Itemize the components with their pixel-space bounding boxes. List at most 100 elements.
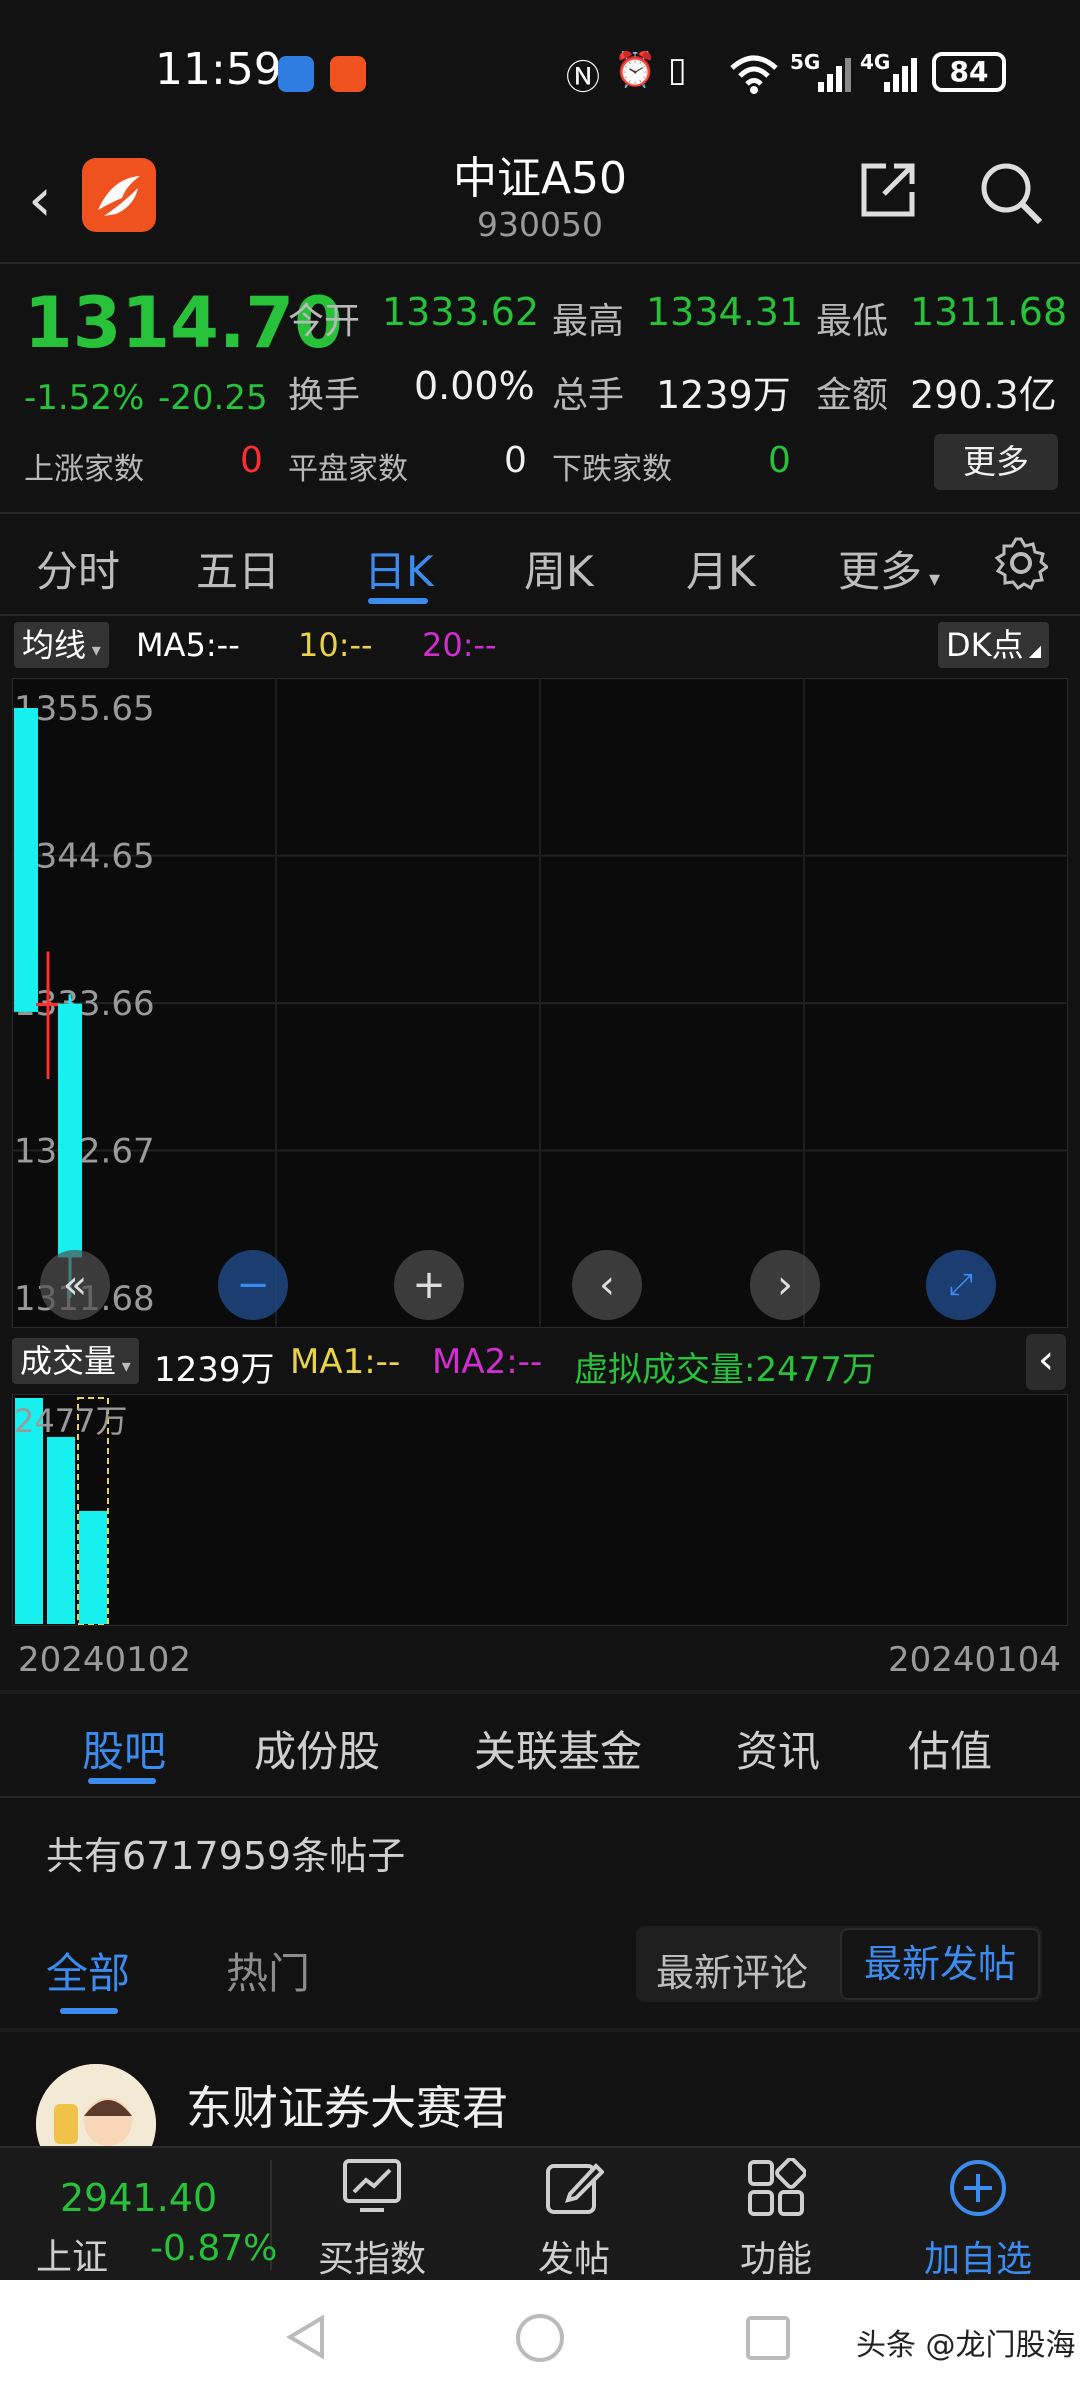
volume-frame bbox=[12, 1394, 1068, 1626]
volume-indicator-select[interactable]: 成交量 ▾ bbox=[12, 1338, 139, 1384]
down-count: 0 bbox=[768, 440, 791, 481]
dk-point-button[interactable]: DK点 ◢ bbox=[938, 622, 1050, 668]
app-notification-icon-2 bbox=[330, 56, 366, 92]
zoom-out-button[interactable]: − bbox=[218, 1250, 288, 1320]
high-value: 1334.31 bbox=[646, 290, 804, 334]
open-value: 1333.62 bbox=[382, 290, 540, 334]
tab-constituents[interactable]: 成份股 bbox=[254, 1718, 380, 1779]
volume-today: 1239万 bbox=[154, 1350, 275, 1390]
sort-latest-post[interactable]: 最新发帖 bbox=[840, 1928, 1040, 2000]
sh-index-name[interactable]: 上证 bbox=[36, 2228, 108, 2280]
volume-bar bbox=[79, 1510, 107, 1624]
dropdown-caret-icon: ▾ bbox=[86, 640, 101, 661]
down-count-label: 下跌家数 bbox=[552, 452, 672, 487]
sh-index-change[interactable]: -0.87% bbox=[150, 2228, 277, 2269]
divider bbox=[0, 614, 1080, 616]
tab-daily-k[interactable]: 日K bbox=[364, 538, 434, 599]
grid-apps-icon[interactable] bbox=[696, 2157, 856, 2220]
page-title: 中证A50 bbox=[452, 153, 628, 204]
volume-value: 1239万 bbox=[656, 373, 791, 417]
tab-hot-posts[interactable]: 热门 bbox=[226, 1940, 310, 2001]
tab-related-funds[interactable]: 关联基金 bbox=[474, 1718, 642, 1779]
turnover-value: 0.00% bbox=[414, 364, 535, 408]
add-circle-icon[interactable] bbox=[898, 2158, 1058, 2220]
low-label: 最低 bbox=[816, 301, 889, 342]
chart-trend-icon[interactable] bbox=[292, 2158, 452, 2220]
vol-ma1: MA1:-- bbox=[290, 1342, 401, 1382]
ma5-value: MA5:-- bbox=[136, 626, 240, 664]
ma-select[interactable]: 均线 ▾ bbox=[14, 622, 109, 668]
tab-intraday[interactable]: 分时 bbox=[36, 538, 120, 599]
app-notification-icon bbox=[278, 56, 314, 92]
nfc-icon: Ⓝ bbox=[566, 58, 600, 98]
volume-bar bbox=[47, 1436, 75, 1624]
wifi-icon bbox=[730, 54, 778, 98]
tab-five-day[interactable]: 五日 bbox=[196, 538, 280, 599]
scroll-right-button[interactable]: › bbox=[750, 1250, 820, 1320]
dk-point-label: DK点 bbox=[946, 626, 1024, 664]
collapse-panel-icon[interactable]: ‹ bbox=[1026, 1334, 1066, 1390]
active-tab-indicator bbox=[368, 598, 428, 604]
sort-latest-comment[interactable]: 最新评论 bbox=[656, 1942, 808, 1997]
ma20-value: 20:-- bbox=[422, 626, 497, 664]
dropdown-caret-icon: ▾ bbox=[922, 567, 941, 592]
active-tab-indicator bbox=[88, 1778, 156, 1784]
dropdown-caret-icon: ▾ bbox=[116, 1356, 131, 1377]
flat-count: 0 bbox=[504, 440, 527, 481]
up-count: 0 bbox=[240, 440, 263, 481]
high-label: 最高 bbox=[552, 301, 625, 342]
function-button[interactable]: 功能 bbox=[696, 2230, 856, 2282]
post-button[interactable]: 发帖 bbox=[494, 2230, 654, 2282]
add-watchlist-button[interactable]: 加自选 bbox=[898, 2230, 1058, 2282]
x-axis-end-date: 20240104 bbox=[888, 1640, 1062, 1680]
tab-forum[interactable]: 股吧 bbox=[82, 1718, 166, 1779]
system-home-icon[interactable] bbox=[514, 2312, 566, 2368]
fullscreen-icon[interactable]: ⤢ bbox=[926, 1250, 996, 1320]
volume-label: 总手 bbox=[552, 375, 625, 416]
system-back-icon[interactable] bbox=[282, 2312, 332, 2366]
post-count-text: 共有6717959条帖子 bbox=[46, 1834, 406, 1878]
price-tick-label: 1322.67 bbox=[14, 1132, 155, 1172]
divider bbox=[0, 1690, 1080, 1694]
volume-select-label: 成交量 bbox=[20, 1342, 117, 1380]
index-code: 930050 bbox=[477, 205, 603, 244]
sh-index-value[interactable]: 2941.40 bbox=[60, 2176, 217, 2220]
volume-chart: 2477万 bbox=[12, 1394, 1068, 1626]
edit-icon[interactable] bbox=[494, 2158, 654, 2220]
divider bbox=[0, 262, 1080, 264]
x-axis-start-date: 20240102 bbox=[18, 1640, 192, 1680]
share-icon[interactable] bbox=[858, 160, 918, 220]
divider bbox=[0, 1796, 1080, 1798]
tab-monthly-k[interactable]: 月K bbox=[686, 538, 756, 599]
search-icon[interactable] bbox=[978, 160, 1044, 226]
low-value: 1311.68 bbox=[910, 290, 1068, 334]
signal-icon bbox=[816, 58, 852, 96]
tab-all-posts[interactable]: 全部 bbox=[46, 1940, 130, 2001]
post-author-name[interactable]: 东财证券大赛君 bbox=[186, 2072, 508, 2138]
signal-icon-2 bbox=[882, 58, 922, 96]
virtual-volume: 虚拟成交量:2477万 bbox=[574, 1350, 876, 1390]
tab-weekly-k[interactable]: 周K bbox=[524, 538, 594, 599]
zoom-in-button[interactable]: + bbox=[394, 1250, 464, 1320]
buy-index-button[interactable]: 买指数 bbox=[292, 2230, 452, 2282]
turnover-label: 换手 bbox=[288, 375, 361, 416]
ma-select-label: 均线 bbox=[22, 626, 87, 664]
amount-label: 金额 bbox=[816, 375, 889, 416]
candlestick-chart[interactable]: 1355.651344.651333.661322.671311.68 bbox=[12, 678, 1068, 1328]
divider bbox=[0, 2028, 1080, 2032]
flat-count-label: 平盘家数 bbox=[288, 452, 408, 487]
scroll-left-button[interactable]: ‹ bbox=[572, 1250, 642, 1320]
tab-valuation[interactable]: 估值 bbox=[908, 1718, 992, 1779]
settings-gear-icon[interactable] bbox=[994, 536, 1050, 594]
ma10-value: 10:-- bbox=[298, 626, 373, 664]
watermark-text: 头条 @龙门股海 bbox=[856, 2328, 1076, 2363]
change-percent: -1.52% bbox=[24, 378, 145, 418]
candle-body bbox=[58, 1003, 82, 1258]
scroll-left-fast-icon[interactable]: « bbox=[40, 1250, 110, 1320]
active-tab-indicator bbox=[60, 2008, 118, 2014]
battery-indicator: 84 bbox=[932, 52, 1006, 92]
system-recents-icon[interactable] bbox=[744, 2314, 792, 2366]
tab-news[interactable]: 资讯 bbox=[736, 1718, 820, 1779]
tab-more[interactable]: 更多 ▾ bbox=[838, 538, 940, 599]
more-button[interactable]: 更多 bbox=[934, 434, 1058, 490]
